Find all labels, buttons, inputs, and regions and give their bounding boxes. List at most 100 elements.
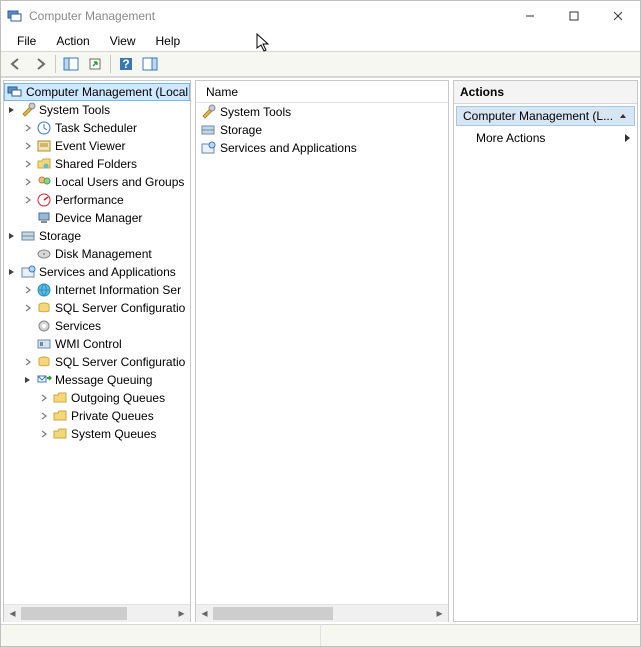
tree-msmq[interactable]: Message Queuing xyxy=(4,371,190,389)
services-apps-icon xyxy=(200,140,216,156)
expand-icon[interactable] xyxy=(38,428,50,440)
tree-sql-config-1[interactable]: SQL Server Configuratio xyxy=(4,299,190,317)
tree-hscroll[interactable]: ◂ ▸ xyxy=(4,604,190,621)
list-body: System Tools Storage Services and Applic… xyxy=(196,103,448,604)
back-button[interactable] xyxy=(5,53,27,75)
show-hide-tree-button[interactable] xyxy=(60,53,82,75)
tree-private-queues[interactable]: Private Queues xyxy=(4,407,190,425)
expand-icon[interactable] xyxy=(22,122,34,134)
tree-event-viewer[interactable]: Event Viewer xyxy=(4,137,190,155)
status-cell xyxy=(321,625,640,646)
tree: Computer Management (Local System Tools … xyxy=(4,81,190,604)
tree-device-manager[interactable]: Device Manager xyxy=(4,209,190,227)
col-name[interactable]: Name xyxy=(202,82,242,102)
device-icon xyxy=(36,210,52,226)
scroll-right-icon[interactable]: ▸ xyxy=(431,605,448,622)
actions-more[interactable]: More Actions xyxy=(454,128,637,148)
tree-label: Computer Management (Local xyxy=(25,85,188,99)
help-button[interactable]: ? xyxy=(115,53,137,75)
expand-icon[interactable] xyxy=(22,176,34,188)
msmq-icon xyxy=(36,372,52,388)
collapse-icon[interactable] xyxy=(6,266,18,278)
tree-label: Internet Information Ser xyxy=(54,283,181,297)
tree-label: SQL Server Configuratio xyxy=(54,301,185,315)
tree-local-users[interactable]: Local Users and Groups xyxy=(4,173,190,191)
collapse-icon[interactable] xyxy=(6,104,18,116)
show-hide-action-button[interactable] xyxy=(139,53,161,75)
tree-label: Private Queues xyxy=(70,409,154,423)
export-button[interactable] xyxy=(84,53,106,75)
minimize-button[interactable] xyxy=(508,1,552,31)
tree-label: Message Queuing xyxy=(54,373,152,387)
expand-icon[interactable] xyxy=(38,392,50,404)
tree-system-tools[interactable]: System Tools xyxy=(4,101,190,119)
tree-services-apps[interactable]: Services and Applications xyxy=(4,263,190,281)
wmi-icon xyxy=(36,336,52,352)
collapse-icon[interactable] xyxy=(618,111,628,121)
tree-services[interactable]: Services xyxy=(4,317,190,335)
storage-icon xyxy=(20,228,36,244)
expand-icon[interactable] xyxy=(22,140,34,152)
tree-task-scheduler[interactable]: Task Scheduler xyxy=(4,119,190,137)
menu-view[interactable]: View xyxy=(100,32,146,50)
services-apps-icon xyxy=(20,264,36,280)
tree-label: Device Manager xyxy=(54,211,142,225)
tree-outgoing-queues[interactable]: Outgoing Queues xyxy=(4,389,190,407)
tree-system-queues[interactable]: System Queues xyxy=(4,425,190,443)
list-item-system-tools[interactable]: System Tools xyxy=(196,103,448,121)
gear-icon xyxy=(36,318,52,334)
tree-sql-config-2[interactable]: SQL Server Configuratio xyxy=(4,353,190,371)
tools-icon xyxy=(20,102,36,118)
folder-icon xyxy=(52,390,68,406)
tree-performance[interactable]: Performance xyxy=(4,191,190,209)
actions-item-label: More Actions xyxy=(476,131,545,145)
list-item-label: Storage xyxy=(220,123,262,137)
tree-label: SQL Server Configuratio xyxy=(54,355,185,369)
tree-label: Services and Applications xyxy=(38,265,176,279)
menubar: File Action View Help xyxy=(1,31,640,51)
toolbar: ? xyxy=(1,51,640,77)
menu-action[interactable]: Action xyxy=(46,32,99,50)
expand-icon[interactable] xyxy=(22,284,34,296)
tree-iis[interactable]: Internet Information Ser xyxy=(4,281,190,299)
actions-group[interactable]: Computer Management (L... xyxy=(456,106,635,126)
forward-button[interactable] xyxy=(29,53,51,75)
tools-icon xyxy=(200,104,216,120)
computer-icon xyxy=(7,84,23,100)
expand-icon[interactable] xyxy=(22,356,34,368)
list-hscroll[interactable]: ◂ ▸ xyxy=(196,604,448,621)
scroll-right-icon[interactable]: ▸ xyxy=(173,605,190,622)
list-header[interactable]: Name xyxy=(196,81,448,103)
actions-header: Actions xyxy=(454,81,637,104)
tree-wmi[interactable]: WMI Control xyxy=(4,335,190,353)
collapse-icon[interactable] xyxy=(22,374,34,386)
folder-icon xyxy=(52,408,68,424)
tree-storage[interactable]: Storage xyxy=(4,227,190,245)
tree-label: System Tools xyxy=(38,103,110,117)
close-button[interactable] xyxy=(596,1,640,31)
window: Computer Management File Action View Hel… xyxy=(0,0,641,647)
menu-file[interactable]: File xyxy=(7,32,46,50)
expand-icon[interactable] xyxy=(22,194,34,206)
maximize-button[interactable] xyxy=(552,1,596,31)
expand-icon[interactable] xyxy=(38,410,50,422)
window-controls xyxy=(508,1,640,31)
expand-icon[interactable] xyxy=(22,302,34,314)
collapse-icon[interactable] xyxy=(6,230,18,242)
tree-root[interactable]: Computer Management (Local xyxy=(4,83,190,101)
workspace: Computer Management (Local System Tools … xyxy=(1,77,640,624)
list-item-label: System Tools xyxy=(220,105,291,119)
event-icon xyxy=(36,138,52,154)
tree-disk-management[interactable]: Disk Management xyxy=(4,245,190,263)
scroll-left-icon[interactable]: ◂ xyxy=(196,605,213,622)
list-item-storage[interactable]: Storage xyxy=(196,121,448,139)
scroll-left-icon[interactable]: ◂ xyxy=(4,605,21,622)
expand-icon[interactable] xyxy=(22,158,34,170)
menu-help[interactable]: Help xyxy=(146,32,191,50)
toolbar-separator xyxy=(110,55,111,73)
tree-label: Outgoing Queues xyxy=(70,391,165,405)
list-item-services-apps[interactable]: Services and Applications xyxy=(196,139,448,157)
svg-text:?: ? xyxy=(122,57,129,71)
tree-shared-folders[interactable]: Shared Folders xyxy=(4,155,190,173)
iis-icon xyxy=(36,282,52,298)
